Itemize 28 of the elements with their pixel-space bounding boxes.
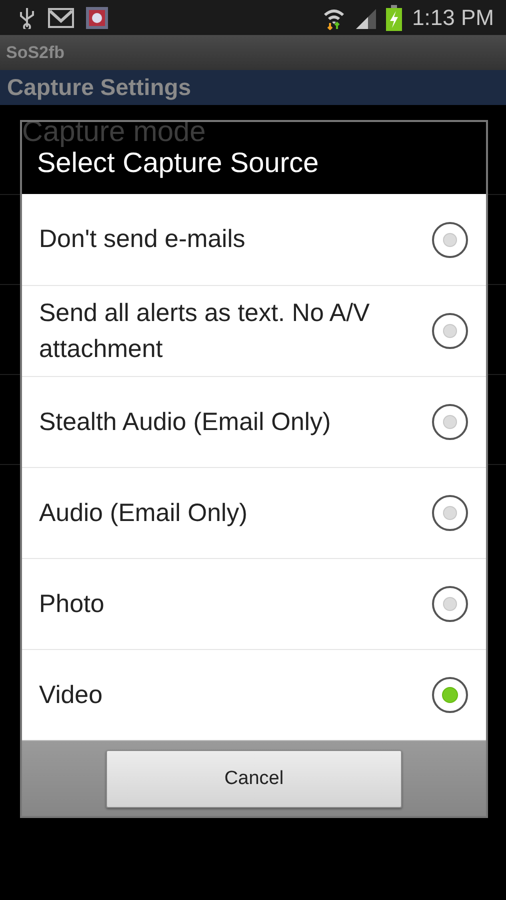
status-time: 1:13 PM xyxy=(412,4,494,30)
radio-button[interactable] xyxy=(432,404,468,440)
option-label: Don't send e-mails xyxy=(39,224,246,256)
dialog-title: Select Capture Source xyxy=(37,147,319,179)
radio-button[interactable] xyxy=(432,586,468,622)
signal-icon xyxy=(354,6,378,28)
option-row[interactable]: Stealth Audio (Email Only) xyxy=(22,376,486,467)
radio-button[interactable] xyxy=(432,313,468,349)
radio-button[interactable] xyxy=(432,222,468,258)
option-row[interactable]: Don't send e-mails xyxy=(22,194,486,285)
screen-title: Capture Settings xyxy=(7,74,192,101)
option-row[interactable]: Audio (Email Only) xyxy=(22,467,486,558)
app-title: SoS2fb xyxy=(6,42,65,62)
list-item-title: Capture mode xyxy=(22,116,206,148)
option-row[interactable]: Photo xyxy=(22,558,486,649)
option-label: Audio (Email Only) xyxy=(39,498,248,529)
option-row[interactable]: Send all alerts as text. No A/V attachment xyxy=(22,285,486,376)
option-label: Stealth Audio (Email Only) xyxy=(39,406,331,438)
cancel-button[interactable]: Cancel xyxy=(106,750,402,808)
app-icon xyxy=(86,6,108,28)
battery-charging-icon xyxy=(386,4,402,30)
usb-icon xyxy=(18,6,36,28)
radio-button[interactable] xyxy=(432,677,468,713)
radio-button[interactable] xyxy=(432,495,468,531)
option-label: Photo xyxy=(39,588,104,620)
mail-icon xyxy=(48,8,74,28)
option-label: Video xyxy=(39,680,102,711)
option-label: Send all alerts as text. No A/V attachment xyxy=(39,298,371,365)
